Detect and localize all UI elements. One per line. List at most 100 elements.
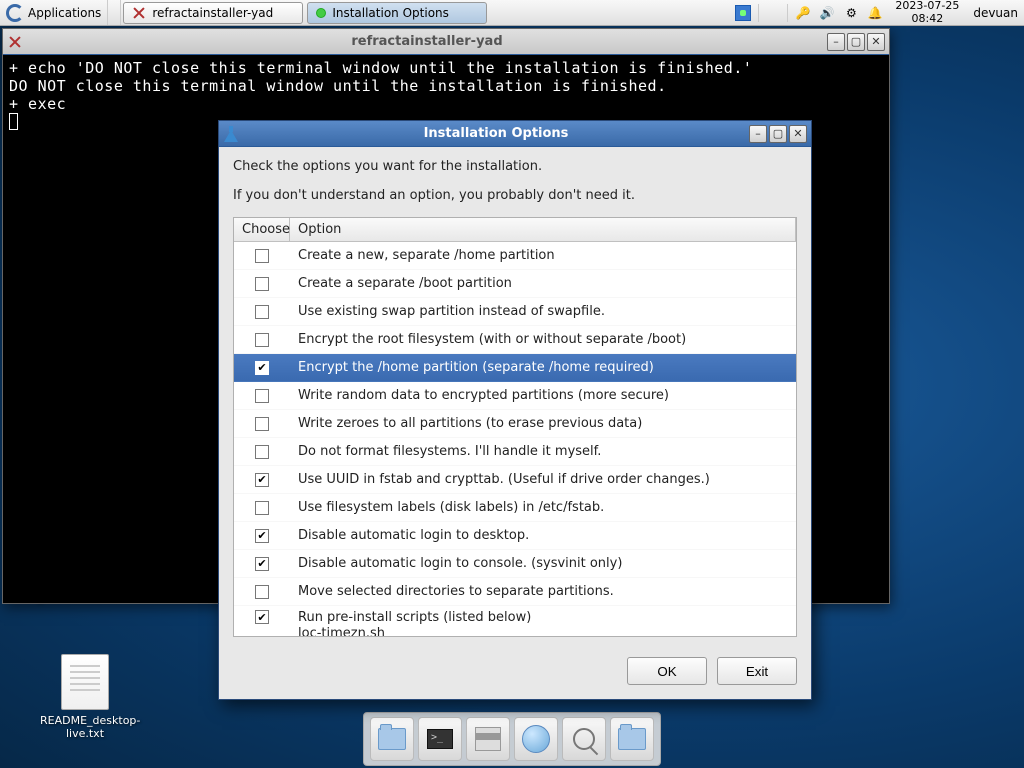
option-row[interactable]: Create a new, separate /home partition [234, 242, 796, 270]
checkbox[interactable] [255, 417, 269, 431]
terminal-line: DO NOT close this terminal window until … [9, 77, 667, 95]
option-checkbox-cell [234, 389, 290, 403]
table-rows: Create a new, separate /home partition Cr… [234, 242, 796, 636]
option-label: Use existing swap partition instead of s… [290, 304, 796, 320]
dialog-instruction-1: Check the options you want for the insta… [233, 159, 797, 174]
close-button[interactable]: ✕ [867, 33, 885, 51]
terminal-line: + exec [9, 95, 66, 113]
magnifier-icon [573, 728, 595, 750]
folder-icon [618, 728, 646, 750]
option-checkbox-cell: ✔ [234, 473, 290, 487]
exit-button[interactable]: Exit [717, 657, 797, 685]
option-label: Disable automatic login to desktop. [290, 528, 796, 544]
drawer-icon [475, 727, 501, 751]
minimize-button[interactable]: – [827, 33, 845, 51]
terminal-title: refractainstaller-yad [27, 34, 827, 49]
dialog-title: Installation Options [243, 126, 749, 141]
checkbox[interactable] [255, 277, 269, 291]
taskbar-label: refractainstaller-yad [152, 6, 273, 20]
settings-icon[interactable]: ⚙ [842, 4, 860, 22]
terminal-title-icon [7, 34, 23, 50]
checkbox[interactable] [255, 389, 269, 403]
close-button[interactable]: ✕ [789, 125, 807, 143]
option-label: Move selected directories to separate pa… [290, 584, 796, 600]
option-row[interactable]: ✔ Disable automatic login to console. (sy… [234, 550, 796, 578]
option-row[interactable]: ✔Run pre-install scripts (listed below) … [234, 606, 796, 636]
option-row[interactable]: ✔Encrypt the /home partition (separate /… [234, 354, 796, 382]
option-row[interactable]: ✔ Use UUID in fstab and crypttab. (Useful… [234, 466, 796, 494]
option-row[interactable]: Move selected directories to separate pa… [234, 578, 796, 606]
header-option[interactable]: Option [290, 218, 796, 241]
keyring-icon[interactable]: 🔑 [794, 4, 812, 22]
checkbox[interactable]: ✔ [255, 361, 269, 375]
option-label: Create a separate /boot partition [290, 276, 796, 292]
option-checkbox-cell: ✔ [234, 529, 290, 543]
option-checkbox-cell [234, 417, 290, 431]
option-row[interactable]: Encrypt the root filesystem (with or wit… [234, 326, 796, 354]
maximize-button[interactable]: ▢ [847, 33, 865, 51]
option-row[interactable]: Create a separate /boot partition [234, 270, 796, 298]
clock-time: 08:42 [895, 13, 959, 25]
dialog-instruction-2: If you don't understand an option, you p… [233, 188, 797, 203]
dock-file-manager[interactable] [370, 717, 414, 761]
notifications-icon[interactable]: 🔔 [866, 4, 884, 22]
option-checkbox-cell [234, 333, 290, 347]
checkbox[interactable]: ✔ [255, 529, 269, 543]
installation-options-dialog: Installation Options – ▢ ✕ Check the opt… [218, 120, 812, 700]
dialog-footer: OK Exit [219, 647, 811, 699]
option-row[interactable]: Write zeroes to all partitions (to erase… [234, 410, 796, 438]
volume-icon[interactable]: 🔊 [818, 4, 836, 22]
checkbox[interactable] [255, 501, 269, 515]
workspace-switcher[interactable] [734, 4, 752, 22]
option-row[interactable]: ✔ Disable automatic login to desktop. [234, 522, 796, 550]
text-file-icon [61, 654, 109, 710]
clock-date: 2023-07-25 [895, 0, 959, 12]
dialog-titlebar[interactable]: Installation Options – ▢ ✕ [219, 121, 811, 147]
clock[interactable]: 2023-07-25 08:42 [887, 0, 967, 24]
dock-folder[interactable] [610, 717, 654, 761]
checkbox[interactable] [255, 445, 269, 459]
option-row[interactable]: Do not format filesystems. I'll handle i… [234, 438, 796, 466]
maximize-button[interactable]: ▢ [769, 125, 787, 143]
terminal-titlebar[interactable]: refractainstaller-yad – ▢ ✕ [3, 29, 889, 55]
option-label: Disable automatic login to console. (sys… [290, 556, 796, 572]
option-checkbox-cell [234, 501, 290, 515]
option-checkbox-cell [234, 277, 290, 291]
dock-archive[interactable] [466, 717, 510, 761]
panel-separator [108, 0, 121, 25]
option-label: Do not format filesystems. I'll handle i… [290, 444, 796, 460]
taskbar-item-dialog[interactable]: Installation Options [307, 2, 487, 24]
option-checkbox-cell [234, 445, 290, 459]
terminal-icon [427, 729, 453, 749]
options-table: Choose Option Create a new, separate /ho… [233, 217, 797, 637]
option-checkbox-cell: ✔ [234, 361, 290, 375]
option-row[interactable]: Use filesystem labels (disk labels) in /… [234, 494, 796, 522]
ok-button[interactable]: OK [627, 657, 707, 685]
option-row[interactable]: Use existing swap partition instead of s… [234, 298, 796, 326]
taskbar-item-terminal[interactable]: refractainstaller-yad [123, 2, 303, 24]
terminal-line: + echo 'DO NOT close this terminal windo… [9, 59, 752, 77]
checkbox[interactable]: ✔ [255, 610, 269, 624]
desktop-icon-readme[interactable]: README_desktop-live.txt [40, 654, 130, 740]
checkbox[interactable]: ✔ [255, 557, 269, 571]
minimize-button[interactable]: – [749, 125, 767, 143]
tray-separator [758, 4, 788, 22]
header-choose[interactable]: Choose [234, 218, 290, 241]
dock-search[interactable] [562, 717, 606, 761]
dock [363, 712, 661, 766]
option-label: Create a new, separate /home partition [290, 248, 796, 264]
applications-menu[interactable]: Applications [0, 0, 108, 25]
user-menu[interactable]: devuan [967, 0, 1024, 25]
folder-icon [378, 728, 406, 750]
checkbox[interactable] [255, 333, 269, 347]
option-label: Write zeroes to all partitions (to erase… [290, 416, 796, 432]
option-row[interactable]: Write random data to encrypted partition… [234, 382, 796, 410]
option-label: Encrypt the root filesystem (with or wit… [290, 332, 796, 348]
checkbox[interactable] [255, 305, 269, 319]
option-label: Use UUID in fstab and crypttab. (Useful … [290, 472, 796, 488]
dock-browser[interactable] [514, 717, 558, 761]
checkbox[interactable]: ✔ [255, 473, 269, 487]
checkbox[interactable] [255, 585, 269, 599]
dock-terminal[interactable] [418, 717, 462, 761]
checkbox[interactable] [255, 249, 269, 263]
